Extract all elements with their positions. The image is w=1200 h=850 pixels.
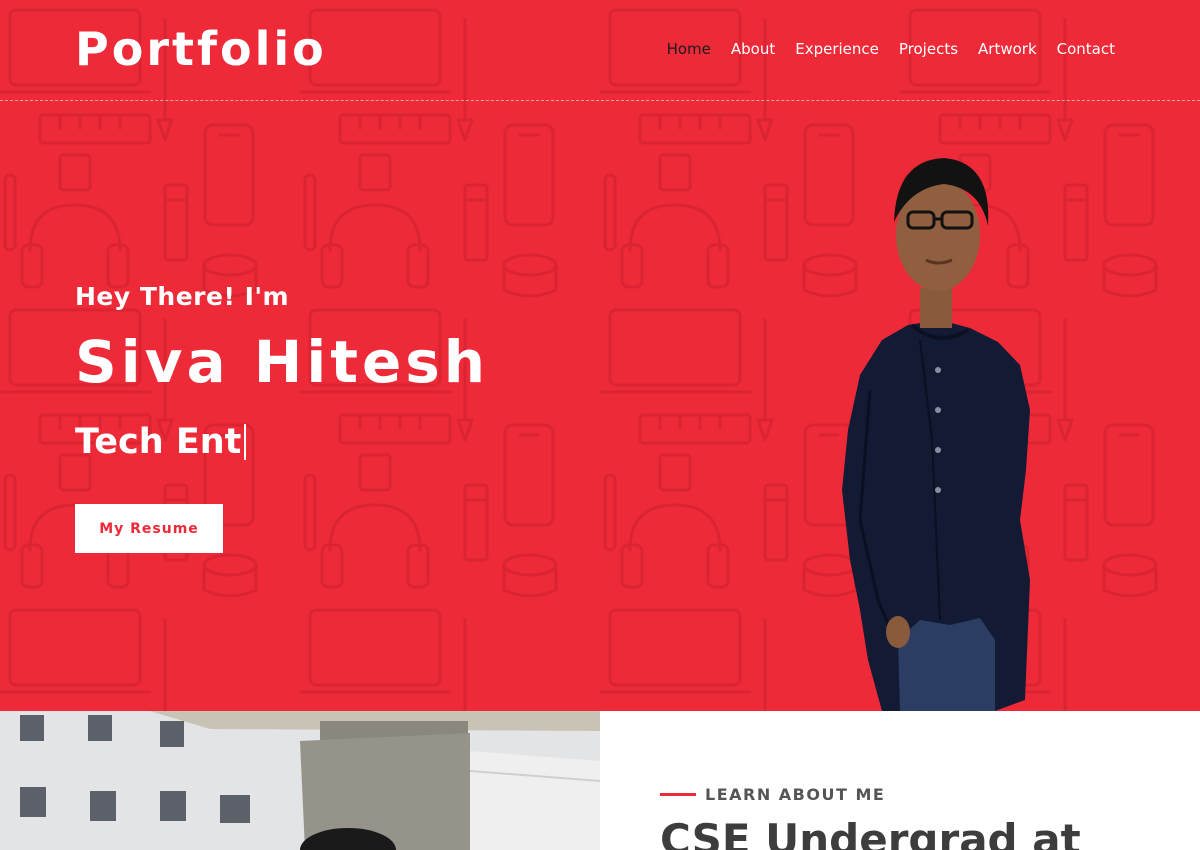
typing-cursor bbox=[244, 424, 247, 460]
nav-contact[interactable]: Contact bbox=[1057, 40, 1115, 58]
nav-home[interactable]: Home bbox=[667, 40, 711, 58]
nav-artwork[interactable]: Artwork bbox=[978, 40, 1037, 58]
about-photo-image bbox=[0, 711, 600, 850]
eyebrow-accent-line bbox=[660, 793, 696, 796]
hero-portrait-photo bbox=[842, 158, 1030, 711]
about-section: LEARN ABOUT ME CSE Undergrad at bbox=[600, 711, 1200, 850]
hero-name: Siva Hitesh bbox=[75, 328, 490, 396]
main-nav: Home About Experience Projects Artwork C… bbox=[667, 40, 1115, 58]
nav-projects[interactable]: Projects bbox=[899, 40, 958, 58]
resume-button[interactable]: My Resume bbox=[75, 504, 223, 553]
brand-logo[interactable]: Portfolio bbox=[75, 22, 327, 76]
top-navigation-bar: Portfolio Home About Experience Projects… bbox=[0, 0, 1200, 101]
about-eyebrow: LEARN ABOUT ME bbox=[705, 785, 886, 804]
nav-about[interactable]: About bbox=[731, 40, 775, 58]
hero-section: Portfolio Home About Experience Projects… bbox=[0, 0, 1200, 711]
nav-experience[interactable]: Experience bbox=[795, 40, 879, 58]
typed-role: Tech Ent bbox=[75, 422, 247, 462]
typed-text: Tech Ent bbox=[75, 422, 242, 462]
hero-greeting: Hey There! I'm bbox=[75, 282, 290, 311]
about-photo bbox=[0, 711, 600, 850]
about-heading: CSE Undergrad at bbox=[660, 815, 1081, 850]
